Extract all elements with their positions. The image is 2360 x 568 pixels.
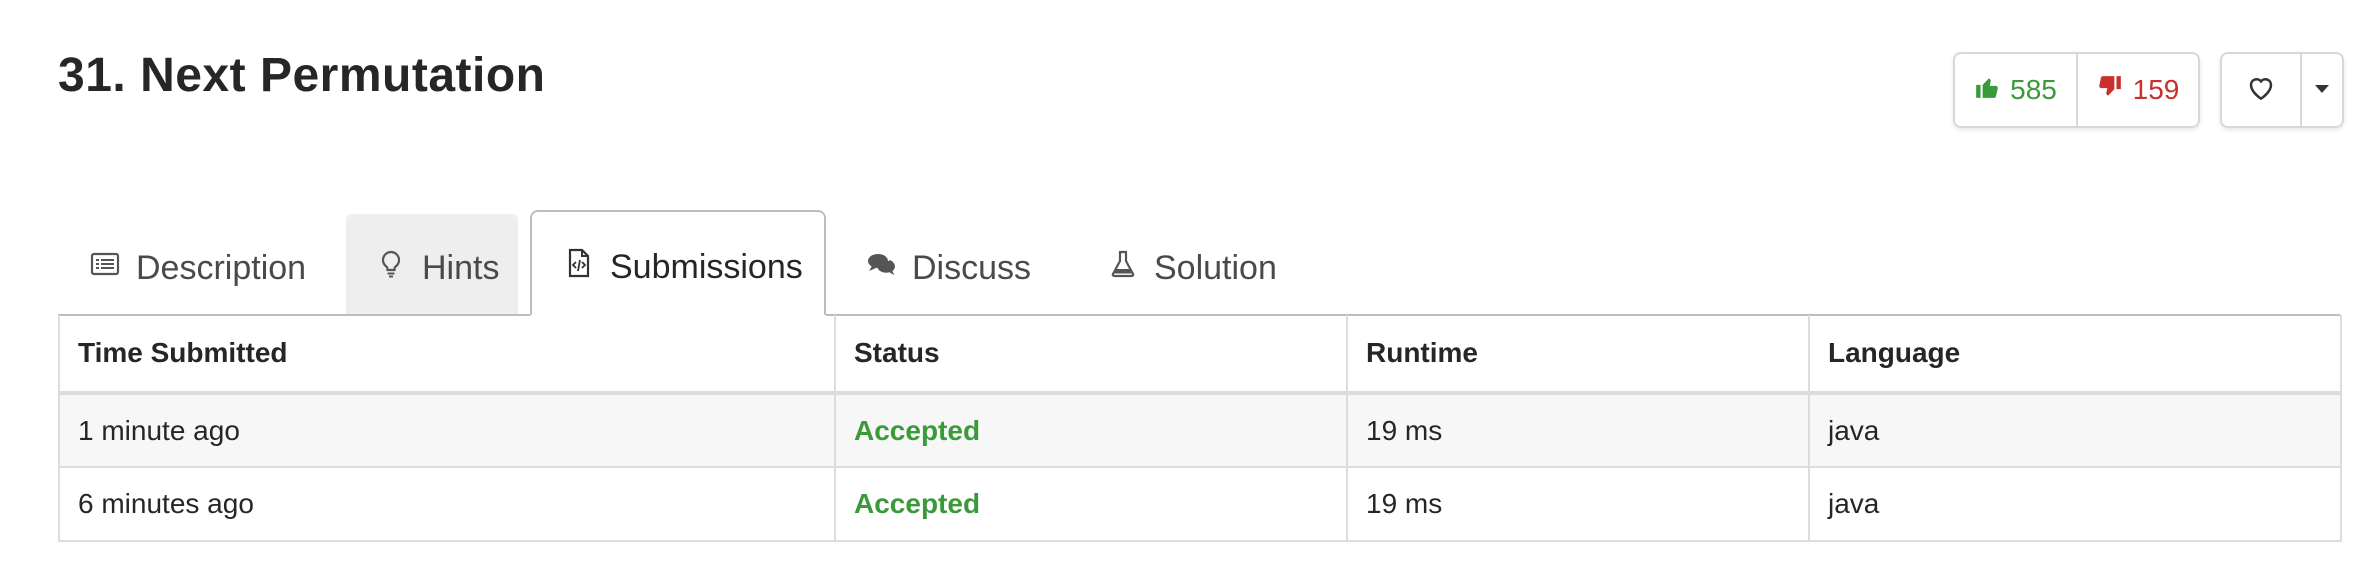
dislike-button[interactable]: 159 [2078, 54, 2198, 126]
column-header-status: Status [834, 315, 1348, 395]
caret-down-icon [2315, 81, 2329, 99]
favorite-button[interactable] [2222, 54, 2302, 126]
language-cell: java [1808, 467, 2342, 542]
status-accepted-link[interactable]: Accepted [854, 488, 980, 519]
table-row: 6 minutes ago Accepted 19 ms java [58, 467, 2342, 542]
code-file-icon [564, 248, 594, 287]
column-header-time-submitted: Time Submitted [58, 315, 836, 395]
tab-submissions-label: Submissions [610, 247, 803, 286]
tab-solution[interactable]: Solution [1108, 210, 1277, 314]
thumbs-up-icon [1974, 74, 2000, 107]
table-header-row: Time Submitted Status Runtime Language [58, 315, 2342, 395]
thumbs-down-icon [2097, 74, 2123, 107]
like-button[interactable]: 585 [1955, 54, 2078, 126]
vote-group: 585 159 [1953, 52, 2200, 128]
dislike-count: 159 [2132, 74, 2180, 105]
tab-hints[interactable]: Hints [346, 214, 518, 314]
status-cell: Accepted [834, 393, 1348, 468]
status-cell: Accepted [834, 467, 1348, 542]
problem-tabs: Description Hints Submissions Discuss So… [58, 210, 2340, 316]
tab-solution-label: Solution [1154, 248, 1277, 287]
tab-hints-label: Hints [422, 248, 500, 287]
like-count: 585 [2010, 74, 2057, 105]
page-title: 31. Next Permutation [58, 49, 546, 102]
tab-submissions[interactable]: Submissions [530, 210, 826, 316]
tab-discuss-label: Discuss [912, 248, 1032, 287]
runtime-cell: 19 ms [1346, 393, 1810, 468]
tab-description[interactable]: Description [90, 210, 306, 314]
favorite-dropdown-button[interactable] [2302, 54, 2342, 126]
runtime-cell: 19 ms [1346, 467, 1810, 542]
column-header-language: Language [1808, 315, 2342, 395]
heart-icon [2246, 73, 2276, 108]
lightbulb-icon [376, 249, 406, 288]
comments-icon [866, 249, 896, 288]
submissions-table: Time Submitted Status Runtime Language 1… [58, 315, 2342, 542]
time-submitted-cell: 1 minute ago [58, 393, 836, 468]
list-icon [90, 249, 120, 288]
status-accepted-link[interactable]: Accepted [854, 415, 980, 446]
time-submitted-cell: 6 minutes ago [58, 467, 836, 542]
tab-discuss[interactable]: Discuss [866, 210, 1031, 314]
tab-description-label: Description [136, 248, 307, 287]
favorite-group [2220, 52, 2344, 128]
column-header-runtime: Runtime [1346, 315, 1810, 395]
table-row: 1 minute ago Accepted 19 ms java [58, 393, 2342, 468]
flask-icon [1108, 249, 1138, 288]
language-cell: java [1808, 393, 2342, 468]
